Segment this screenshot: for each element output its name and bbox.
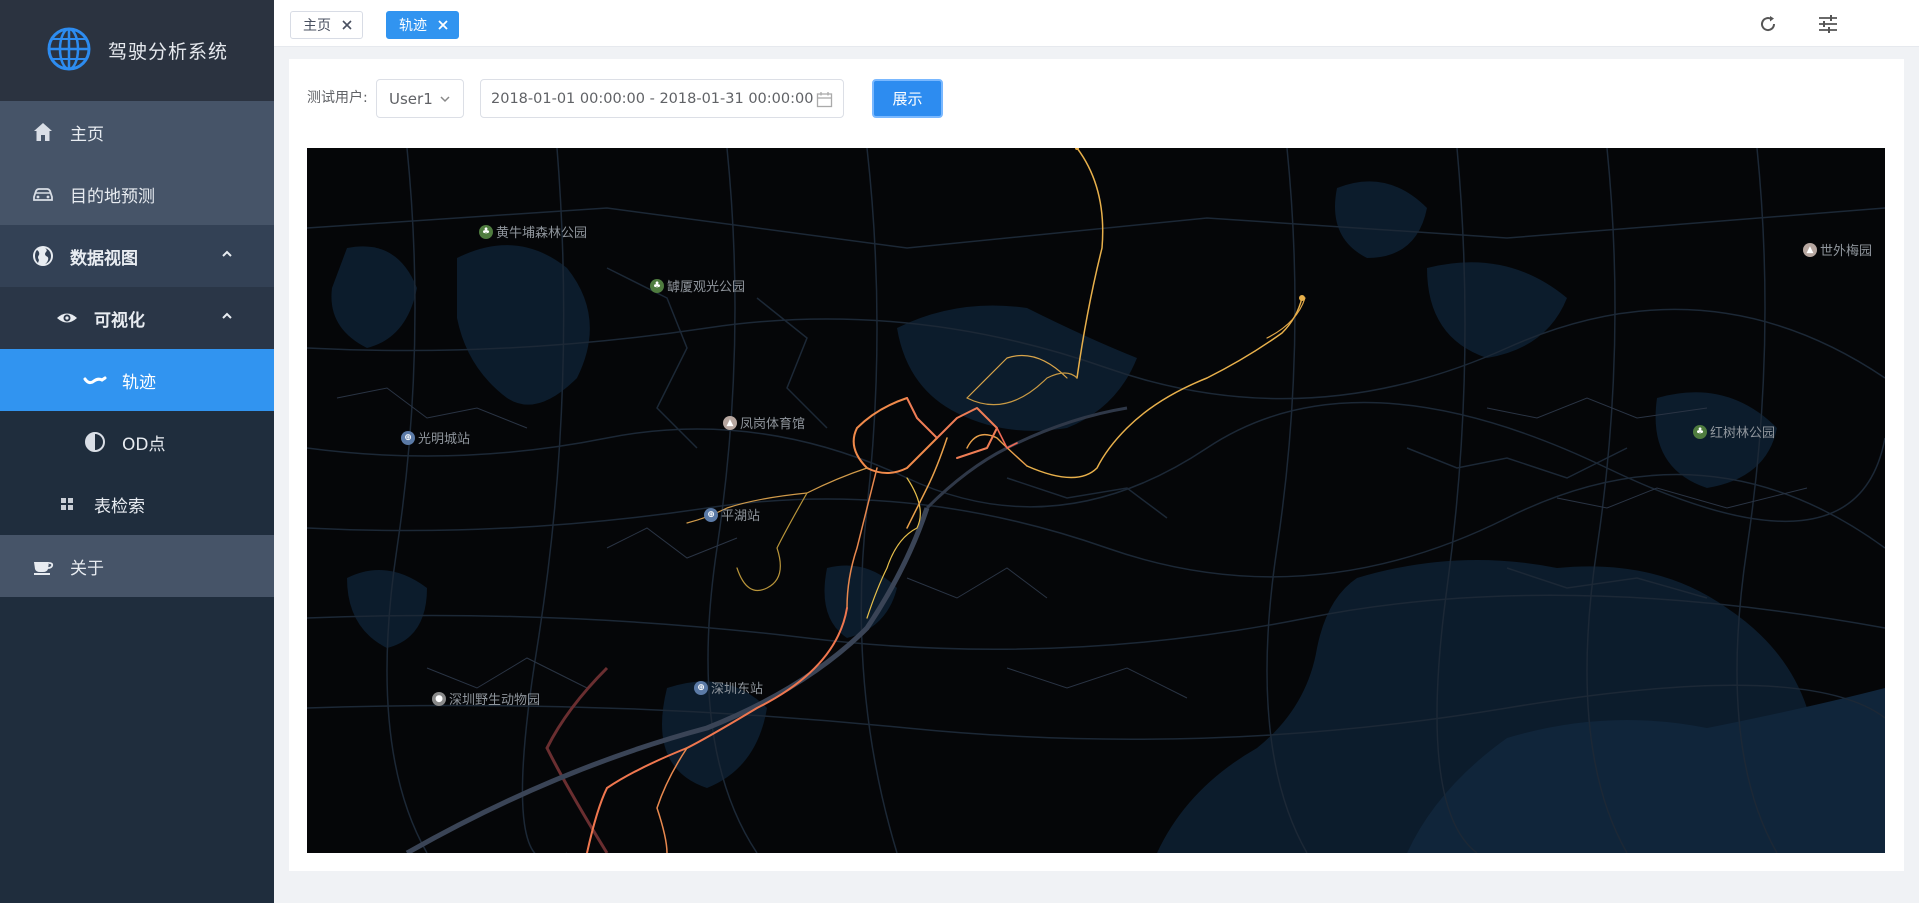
- poi-park: ♣ 红树林公园: [1693, 422, 1775, 441]
- sidebar-item-visualization[interactable]: 可视化: [0, 287, 274, 349]
- grid-icon: [54, 491, 80, 517]
- park-icon: ♣: [479, 224, 493, 239]
- sidebar-item-label: 主页: [70, 124, 104, 145]
- brand: 驾驶分析系统: [0, 0, 274, 101]
- sidebar-item-label: 可视化: [94, 310, 145, 331]
- map-water-areas: [331, 181, 1885, 853]
- sidebar-item-label: 目的地预测: [70, 186, 155, 207]
- show-button[interactable]: 展示: [872, 79, 943, 118]
- station-icon: ⊕: [401, 430, 415, 445]
- poi-label: 光明城站: [418, 432, 471, 447]
- settings-sliders-icon[interactable]: [1816, 12, 1840, 36]
- map-expressway: [405, 507, 930, 853]
- poi-station: ⊕ 平湖站: [704, 505, 760, 524]
- chevron-up-icon: [222, 250, 232, 257]
- sidebar-item-data-view[interactable]: 数据视图: [0, 225, 274, 287]
- poi-zoo: ● 深圳野生动物园: [432, 689, 540, 708]
- main-panel: 测试用户: User1 2018-01-01 00:00:00 - 2018-0…: [289, 59, 1904, 871]
- trajectory-endpoint: [1299, 295, 1305, 301]
- eye-icon: [54, 305, 80, 331]
- venue-icon: ▲: [1803, 242, 1817, 257]
- globe-icon: [30, 243, 56, 269]
- tab-trajectory[interactable]: 轨迹: [386, 11, 459, 39]
- wave-icon: [82, 367, 108, 393]
- sidebar-item-od-points[interactable]: OD点: [0, 411, 274, 473]
- sidebar-item-destination[interactable]: 目的地预测: [0, 163, 274, 225]
- poi-label: 凤岗体育馆: [740, 417, 806, 432]
- zoo-icon: ●: [432, 691, 446, 706]
- sidebar: 驾驶分析系统 主页 目的地预测 数据视图 可视化 轨迹 OD点 表检索 关于: [0, 0, 274, 903]
- car-icon: [30, 181, 56, 207]
- calendar-icon: [816, 92, 833, 108]
- sidebar-item-label: OD点: [122, 434, 166, 455]
- user-select-value: User1: [389, 89, 433, 108]
- home-icon: [30, 119, 56, 145]
- refresh-icon[interactable]: [1756, 12, 1780, 36]
- globe-logo-icon: [46, 26, 92, 76]
- user-filter-label: 测试用户:: [307, 90, 368, 106]
- sidebar-item-label: 关于: [70, 558, 104, 579]
- park-icon: ♣: [650, 278, 664, 293]
- poi-label: 红树林公园: [1710, 426, 1776, 441]
- map-canvas: [307, 148, 1885, 853]
- sidebar-item-home[interactable]: 主页: [0, 101, 274, 163]
- poi-venue: ▲ 凤岗体育馆: [723, 413, 805, 432]
- sidebar-item-label: 数据视图: [70, 248, 138, 269]
- poi-label: 世外梅园: [1820, 244, 1873, 259]
- poi-park: ♣ 黄牛埔森林公园: [479, 222, 587, 241]
- cup-icon: [30, 553, 56, 579]
- close-icon[interactable]: [437, 19, 449, 31]
- poi-label: 深圳东站: [711, 682, 764, 697]
- user-select[interactable]: User1: [376, 79, 464, 118]
- trajectory-map[interactable]: ♣ 黄牛埔森林公园 ♣ 罅厦观光公园 ⊕ 光明城站 ▲ 凤岗体育馆 ⊕ 平湖站 …: [307, 148, 1885, 853]
- app-title: 驾驶分析系统: [108, 41, 229, 63]
- poi-label: 黄牛埔森林公园: [496, 226, 588, 241]
- venue-icon: ▲: [723, 415, 737, 430]
- sidebar-item-trajectory[interactable]: 轨迹: [0, 349, 274, 411]
- chevron-down-icon: [440, 96, 450, 103]
- poi-station: ⊕ 深圳东站: [694, 678, 763, 697]
- station-icon: ⊕: [704, 507, 718, 522]
- tags-bar: 主页 轨迹: [274, 0, 1919, 47]
- poi-park: ♣ 罅厦观光公园: [650, 276, 745, 295]
- poi-venue: ▲ 世外梅园: [1803, 240, 1872, 259]
- poi-station: ⊕ 光明城站: [401, 428, 470, 447]
- close-icon[interactable]: [341, 19, 353, 31]
- date-range-value: 2018-01-01 00:00:00 - 2018-01-31 00:00:0…: [491, 90, 814, 107]
- sidebar-item-label: 轨迹: [122, 372, 156, 393]
- chevron-up-icon: [222, 312, 232, 319]
- sidebar-item-label: 表检索: [94, 496, 145, 517]
- tab-home[interactable]: 主页: [290, 11, 363, 39]
- sidebar-item-table-search[interactable]: 表检索: [0, 473, 274, 535]
- half-circle-icon: [82, 429, 108, 455]
- date-range-picker[interactable]: 2018-01-01 00:00:00 - 2018-01-31 00:00:0…: [480, 79, 844, 118]
- park-icon: ♣: [1693, 424, 1707, 439]
- station-icon: ⊕: [694, 680, 708, 695]
- poi-label: 罅厦观光公园: [667, 280, 746, 295]
- poi-label: 平湖站: [721, 509, 761, 524]
- tab-label: 轨迹: [399, 18, 427, 34]
- sidebar-item-about[interactable]: 关于: [0, 535, 274, 597]
- tab-label: 主页: [303, 18, 331, 34]
- poi-label: 深圳野生动物园: [449, 693, 541, 708]
